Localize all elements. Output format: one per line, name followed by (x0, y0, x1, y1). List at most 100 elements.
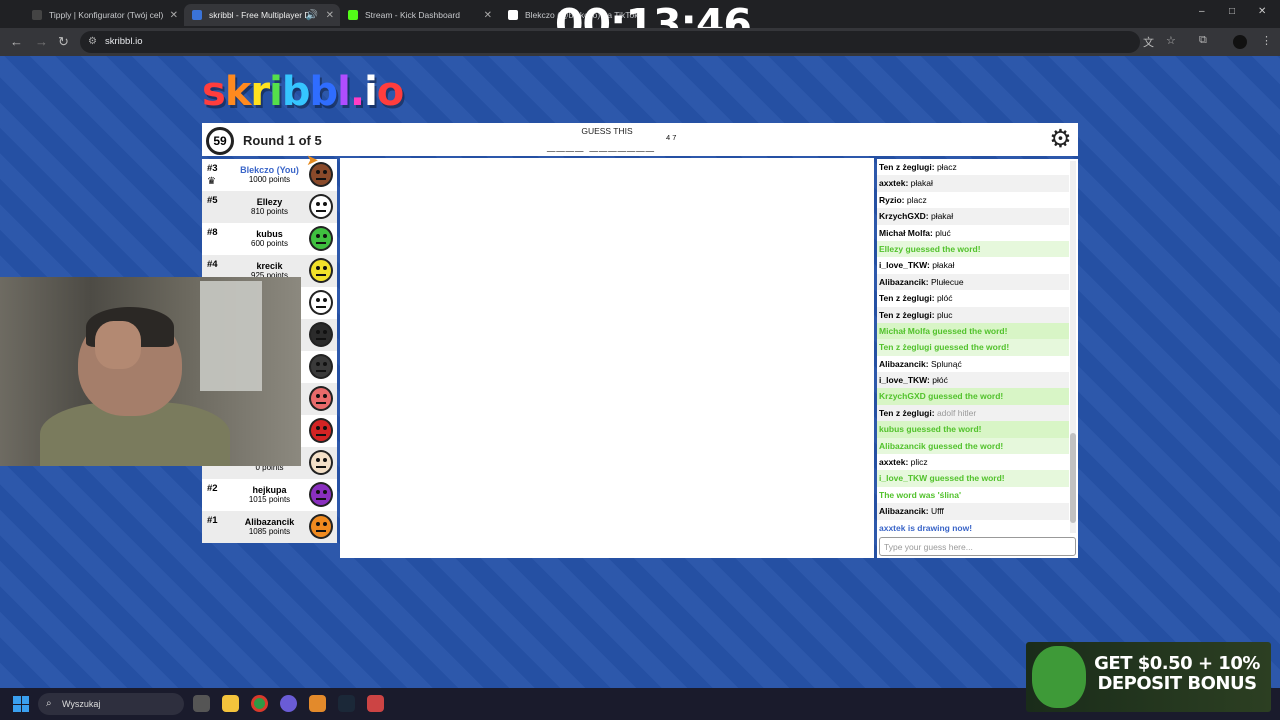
ad-text: GET $0.50 + 10% DEPOSIT BONUS (1094, 653, 1260, 694)
chat-message: Ten z żeglugi: płacz (879, 162, 957, 172)
windows-start-icon[interactable] (13, 696, 29, 712)
player-avatar (307, 256, 335, 285)
search-icon: ⌕ (46, 698, 52, 709)
chat-message: Ten z żeglugi: plóć (879, 293, 953, 304)
avatar-mouth (316, 338, 326, 340)
close-tab-icon[interactable]: ✕ (484, 10, 492, 21)
avatar-mouth (316, 434, 326, 436)
chat-text: Splunąć (930, 358, 962, 369)
chat-message: i_love_TKW: płakał (879, 260, 955, 271)
chat-username: i_love_TKW (879, 260, 928, 271)
player-row[interactable]: #5 Ellezy 810 points (202, 191, 337, 223)
chat-text: placz (906, 194, 927, 205)
chat-message: KrzychGXD: płakał (877, 208, 1069, 225)
chat-text: Ufff (930, 506, 944, 517)
speaker-icon[interactable]: 🔊 (306, 10, 318, 21)
tab-skribbl[interactable]: skribbl - Free Multiplayer Drawing 🔊 ✕ (184, 4, 340, 26)
app-icon-2[interactable] (367, 695, 384, 712)
bookmark-star-icon[interactable]: ☆ (1166, 34, 1176, 47)
menu-dots-icon[interactable]: ⋮ (1261, 34, 1272, 47)
chat-text: płakał (910, 178, 933, 189)
chat-username: Ten z żeglugi (879, 162, 932, 172)
player-points: 810 points (251, 207, 288, 216)
chat-text: pluć (935, 227, 951, 238)
chat-panel: Ten z żeglugi: płacz axxtek: płakał Ryzio:… (877, 159, 1078, 558)
player-points: 600 points (251, 239, 288, 248)
player-points: 1000 points (248, 175, 291, 184)
player-row[interactable]: #1 Alibazancik 1085 points (202, 511, 337, 543)
extensions-icon[interactable]: ⧉ (1199, 34, 1207, 47)
avatar-eye (323, 170, 327, 174)
maximize-icon[interactable]: □ (1229, 6, 1235, 17)
translate-icon[interactable]: 文 (1143, 34, 1154, 50)
chat-message: Michał Molfa: pluć (879, 227, 951, 238)
close-tab-icon[interactable]: ✕ (170, 10, 178, 21)
avatar-eye (323, 330, 327, 334)
player-avatar (307, 384, 335, 413)
close-window-icon[interactable]: ✕ (1258, 6, 1266, 17)
player-rank: #1 (207, 515, 218, 526)
profile-avatar[interactable] (1233, 35, 1247, 49)
player-rank: #3 (207, 163, 218, 174)
minimize-icon[interactable]: – (1199, 6, 1205, 17)
back-icon[interactable]: ← (10, 34, 23, 49)
avatar-eye (323, 298, 327, 302)
chat-text: płakał (932, 260, 955, 271)
avatar-eye (316, 426, 320, 430)
avatar-mouth (316, 306, 326, 308)
browser-toolbar: ← → ↻ ⚙ skribbl.io 文 ☆ ⧉ ⋮ (0, 28, 1280, 56)
tab-kick[interactable]: Stream - Kick Dashboard ✕ (340, 4, 498, 26)
skribbl-logo: skribbl.io (202, 69, 404, 115)
chat-message: axxtek: plicz (879, 457, 928, 468)
logo-letter: b (281, 69, 311, 115)
drawing-canvas[interactable] (340, 158, 874, 558)
logo-letter: i (269, 69, 283, 115)
chat-username: axxtek (879, 457, 906, 468)
close-tab-icon[interactable]: ✕ (326, 10, 334, 21)
logo-letter: r (250, 69, 270, 115)
player-row[interactable]: #8 kubus 600 points (202, 223, 337, 255)
app-icon[interactable] (309, 695, 326, 712)
avatar-eye (316, 330, 320, 334)
site-info-icon[interactable]: ⚙ (88, 31, 97, 53)
word-lengths: 4 7 (666, 133, 677, 142)
game-header: 59 Round 1 of 5 GUESS THIS ____ _______ … (202, 123, 1078, 156)
discord-icon[interactable] (280, 695, 297, 712)
chat-scrollbar[interactable] (1070, 161, 1076, 533)
player-avatar (307, 480, 335, 509)
logo-letter: . (349, 69, 365, 115)
player-rank: #2 (207, 483, 218, 494)
settings-gear-icon[interactable]: ⚙ (1046, 125, 1075, 154)
chat-message: Alibazancik: Plułecue (877, 273, 1069, 291)
chat-text: The word was 'ślina' (879, 489, 961, 500)
file-explorer-icon[interactable] (222, 695, 239, 712)
chat-username: KrzychGXD (879, 211, 926, 222)
logo-letter: b (309, 69, 339, 115)
player-rank: #5 (207, 195, 218, 206)
taskbar-search[interactable]: ⌕ Wyszukaj (38, 693, 184, 715)
round-indicator: Round 1 of 5 (243, 133, 322, 148)
scrollbar-thumb[interactable] (1070, 433, 1076, 523)
chat-guess-input[interactable] (879, 537, 1076, 556)
address-bar[interactable]: ⚙ skribbl.io (80, 31, 1140, 53)
ad-banner[interactable]: GET $0.50 + 10% DEPOSIT BONUS (1026, 642, 1271, 712)
chrome-icon[interactable] (251, 695, 268, 712)
chat-message: Ten z żeglugi: pluc (877, 306, 1069, 323)
reload-icon[interactable]: ↻ (58, 34, 69, 50)
player-points: 1085 points (248, 527, 291, 536)
player-avatar (307, 416, 335, 445)
chat-message: Alibazancik: Ufff (877, 503, 1069, 520)
player-row[interactable]: #2 hejkupa 1015 points (202, 479, 337, 511)
logo-letter: k (224, 69, 252, 115)
chat-text: i_love_TKW guessed the word! (879, 473, 1005, 484)
avatar-eye (316, 490, 320, 494)
steam-icon[interactable] (338, 695, 355, 712)
chat-username: Alibazancik (879, 276, 926, 287)
webcam-overlay (0, 277, 301, 466)
avatar-eye (323, 234, 327, 238)
forward-icon[interactable]: → (35, 34, 48, 49)
logo-letter: i (364, 69, 378, 115)
avatar-eye (323, 266, 327, 270)
task-view-icon[interactable] (193, 695, 210, 712)
tab-tipply[interactable]: Tipply | Konfigurator (Twój cel) ✕ (24, 4, 184, 26)
